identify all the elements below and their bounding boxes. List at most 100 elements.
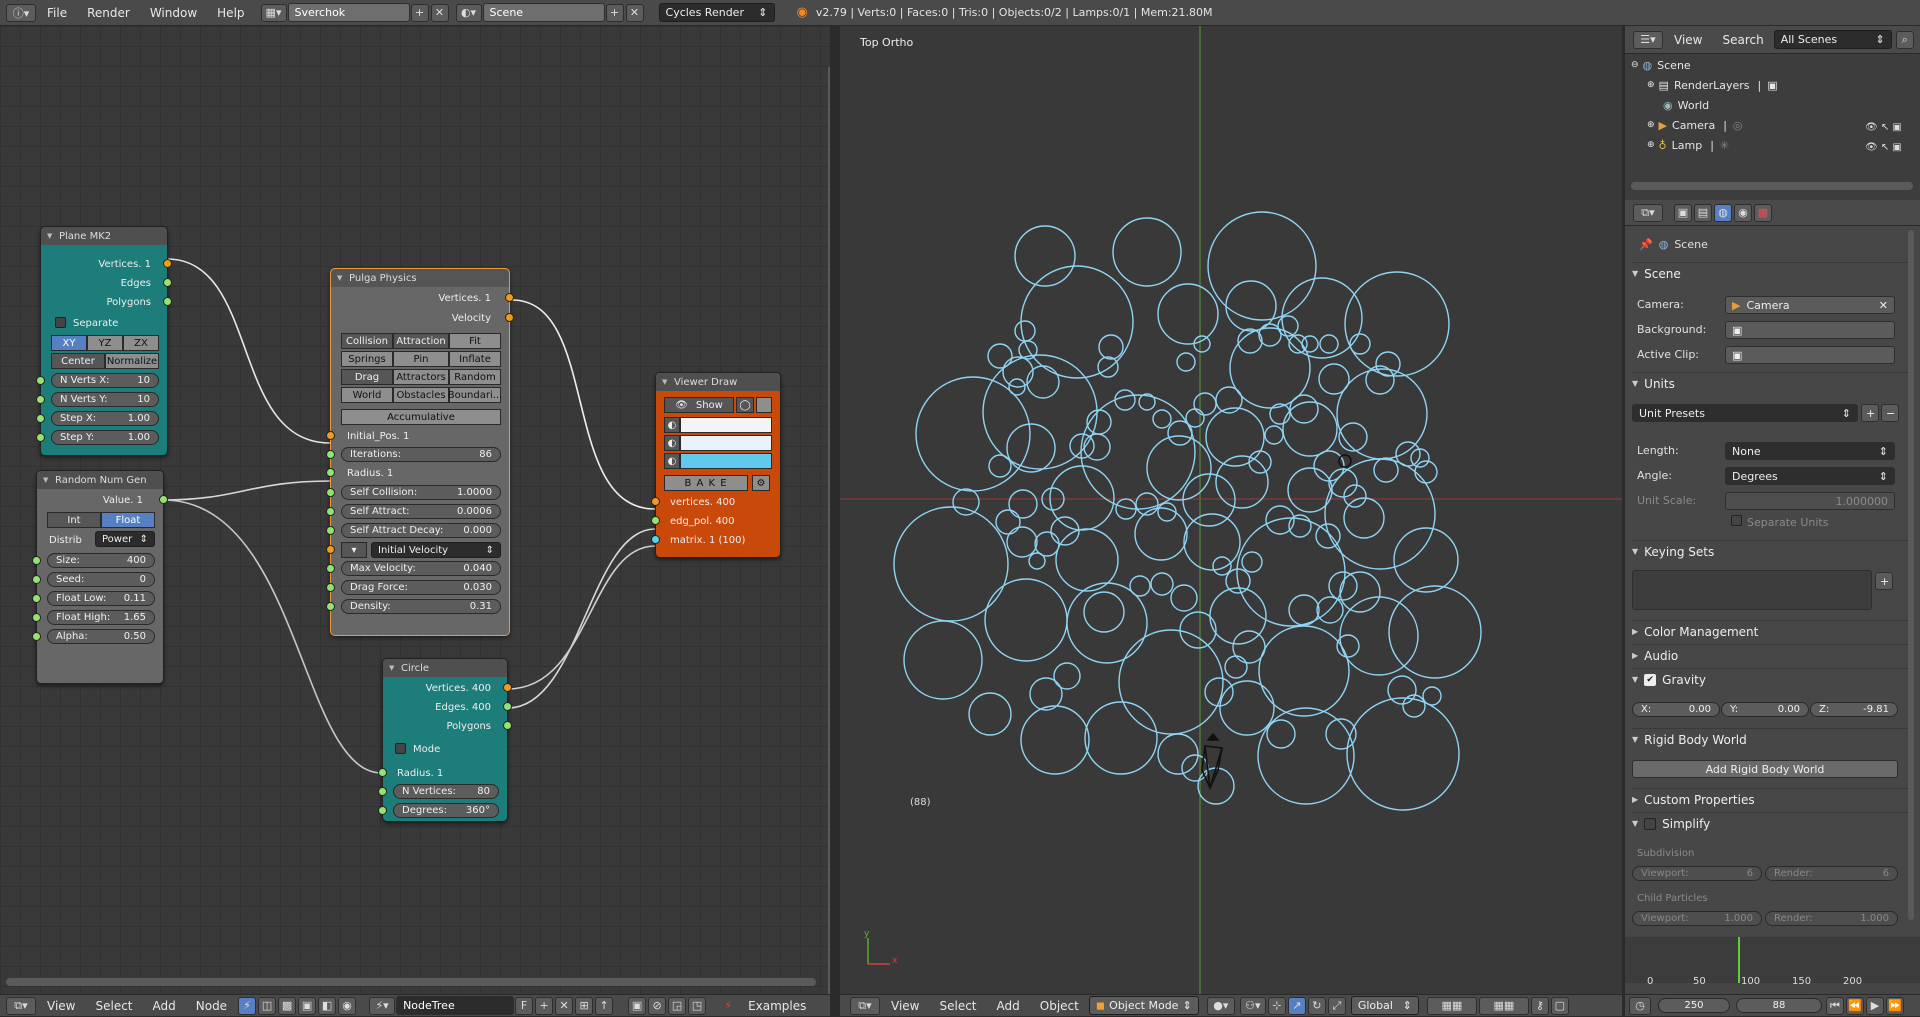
link-icon[interactable]: ⊘ [648,996,667,1015]
normalize-button[interactable]: Normalize [105,353,159,369]
mode-checkbox[interactable] [395,743,406,754]
float-high-field[interactable]: Float High: 1.65 [47,610,155,625]
scene-tab-icon[interactable]: ◍ [1714,203,1732,222]
node-editor-hscrollbar[interactable] [6,978,816,986]
gravity-checkbox[interactable]: ✔ [1644,673,1657,686]
distrib-select[interactable]: Power ⇕ [95,531,155,547]
menu-select[interactable]: Select [85,999,142,1013]
lock-icon[interactable]: ⚷ [1530,996,1549,1015]
separate-checkbox[interactable] [55,317,66,328]
socket-polygons[interactable] [163,297,172,306]
current-frame-field[interactable]: 88 [1736,998,1822,1013]
menu-window[interactable]: Window [140,6,207,20]
scene-field[interactable]: Scene [482,3,605,22]
jump-start-icon[interactable]: ⏮ [1826,996,1844,1015]
plane-mk2-node[interactable]: Plane MK2 Vertices. 1 Edges Polygons Sep… [36,226,172,456]
face-color-swatch[interactable] [680,453,772,469]
outliner-scrollbar[interactable] [1631,182,1913,190]
editor-type-icon[interactable]: ☰▾ [1633,30,1663,49]
world-toggle[interactable]: World [341,387,393,403]
n-vertices-field[interactable]: N Vertices: 80 [393,784,499,799]
outliner-world[interactable]: ◉ World [1663,96,1709,114]
add-tree-icon[interactable]: + [535,996,554,1015]
panel-scene[interactable]: Scene [1632,262,1912,284]
socket-in-self-attract[interactable] [326,507,335,516]
rotate-icon[interactable]: ↻ [1307,996,1326,1015]
remove-layout-icon[interactable]: ✕ [430,3,449,22]
socket-in-initial-pos[interactable] [326,431,335,440]
menu-object[interactable]: Object [1030,999,1089,1013]
step-y-field[interactable]: Step Y: 1.00 [51,430,159,445]
extra-toggle[interactable] [756,397,772,413]
drag-toggle[interactable]: Drag [341,369,393,385]
menu-search[interactable]: Search [1712,33,1773,47]
socket-in-seed[interactable] [32,575,41,584]
float-low-field[interactable]: Float Low: 0.11 [47,591,155,606]
shading-icon[interactable]: ●▾ [1206,996,1235,1015]
info-editor-icon[interactable]: ⓘ▾ [6,3,36,22]
socket-in-alpha[interactable] [32,632,41,641]
attractors-toggle[interactable]: Attractors [393,369,449,385]
self-attract-decay-field[interactable]: Self Attract Decay: 0.000 [341,523,501,538]
viewer-draw-node[interactable]: Viewer Draw 👁Show ◯ ◐ ◐ ◐ B A K E ⚙ vert… [651,372,781,558]
attraction-toggle[interactable]: Attraction [393,333,449,349]
editor-type-icon[interactable]: ⧉▾ [1633,203,1663,222]
gravity-y-field[interactable]: Y: 0.00 [1721,702,1809,717]
center-button[interactable]: Center [51,353,105,369]
degrees-field[interactable]: Degrees: 360° [393,803,499,818]
menu-node[interactable]: Node [186,999,237,1013]
accumulative-button[interactable]: Accumulative [341,409,501,425]
self-attract-field[interactable]: Self Attract: 0.0006 [341,504,501,519]
socket-in-density[interactable] [326,602,335,611]
simplify-checkbox[interactable] [1644,817,1657,830]
socket-in-vertices[interactable] [651,497,660,506]
circle-node[interactable]: Circle Vertices. 400 Edges. 400 Polygons… [378,658,512,822]
length-select[interactable]: None ⇕ [1725,442,1895,460]
scene-icon[interactable]: ◐▾ [455,3,482,22]
pin-icon[interactable]: 📌 [1639,238,1653,251]
socket-in-nx[interactable] [36,376,45,385]
drag-force-field[interactable]: Drag Force: 0.030 [341,580,501,595]
panel-custom-properties[interactable]: Custom Properties [1632,788,1912,810]
density-field[interactable]: Density: 0.31 [341,599,501,614]
menu-view[interactable]: View [881,999,929,1013]
manipulator-icon[interactable]: ⊹ [1267,996,1286,1015]
n-verts-y-field[interactable]: N Verts Y: 10 [51,392,159,407]
boundaries-toggle[interactable]: Boundari... [448,387,502,403]
add-rigid-body-world-button[interactable]: Add Rigid Body World [1632,760,1898,778]
timeline[interactable]: 0 50 100 150 200 ◷ 250 88 ⏮ ⏪ ▶ ⏩ [1625,935,1920,1017]
angle-select[interactable]: Degrees ⇕ [1725,467,1895,485]
edge-color-swatch[interactable] [680,435,772,451]
add-keying-set-button[interactable]: + [1875,572,1893,590]
axis-xy-button[interactable]: XY [51,335,87,351]
menu-select[interactable]: Select [929,999,986,1013]
play-icon[interactable]: ▶ [1866,996,1884,1015]
add-preset-button[interactable]: + [1861,404,1879,422]
socket-edges[interactable] [163,278,172,287]
menu-view[interactable]: View [37,999,85,1013]
socket-in-matrix[interactable] [651,535,660,544]
socket-in-radius[interactable] [326,468,335,477]
orientation-select[interactable]: Global ⇕ [1350,996,1419,1015]
socket-in-high[interactable] [32,613,41,622]
outliner-camera[interactable]: ⊕ ▶ Camera | ◎ [1647,116,1743,134]
menu-view[interactable]: View [1664,33,1712,47]
socket-out-vertices[interactable] [505,293,514,302]
menu-help[interactable]: Help [207,6,254,20]
paste-icon[interactable]: ◳ [688,996,707,1015]
render-preview-icon[interactable]: ▢ [1550,996,1569,1015]
add-layout-icon[interactable]: + [410,3,429,22]
collision-toggle[interactable]: Collision [341,333,393,349]
copy-icon[interactable]: ◲ [668,996,687,1015]
texture-tab-icon[interactable]: ▩ [1754,203,1772,222]
socket-in-max-velocity[interactable] [326,564,335,573]
step-x-field[interactable]: Step X: 1.00 [51,411,159,426]
initial-velocity-select[interactable]: Initial Velocity ⇕ [371,542,501,558]
iterations-field[interactable]: Iterations: 86 [341,447,501,462]
properties-editor[interactable]: ⧉▾ ▣ ▤ ◍ ◉ ▩ 📌◍Scene Scene Camera: ▶Came… [1625,200,1920,935]
pin-toggle[interactable]: Pin [393,351,449,367]
gravity-x-field[interactable]: X: 0.00 [1632,702,1720,717]
tree-type-icon[interactable]: ⚡ [238,996,257,1015]
init-vel-toggle[interactable]: ▾ [341,542,367,558]
shading-toggle[interactable]: ◯ [736,397,754,413]
